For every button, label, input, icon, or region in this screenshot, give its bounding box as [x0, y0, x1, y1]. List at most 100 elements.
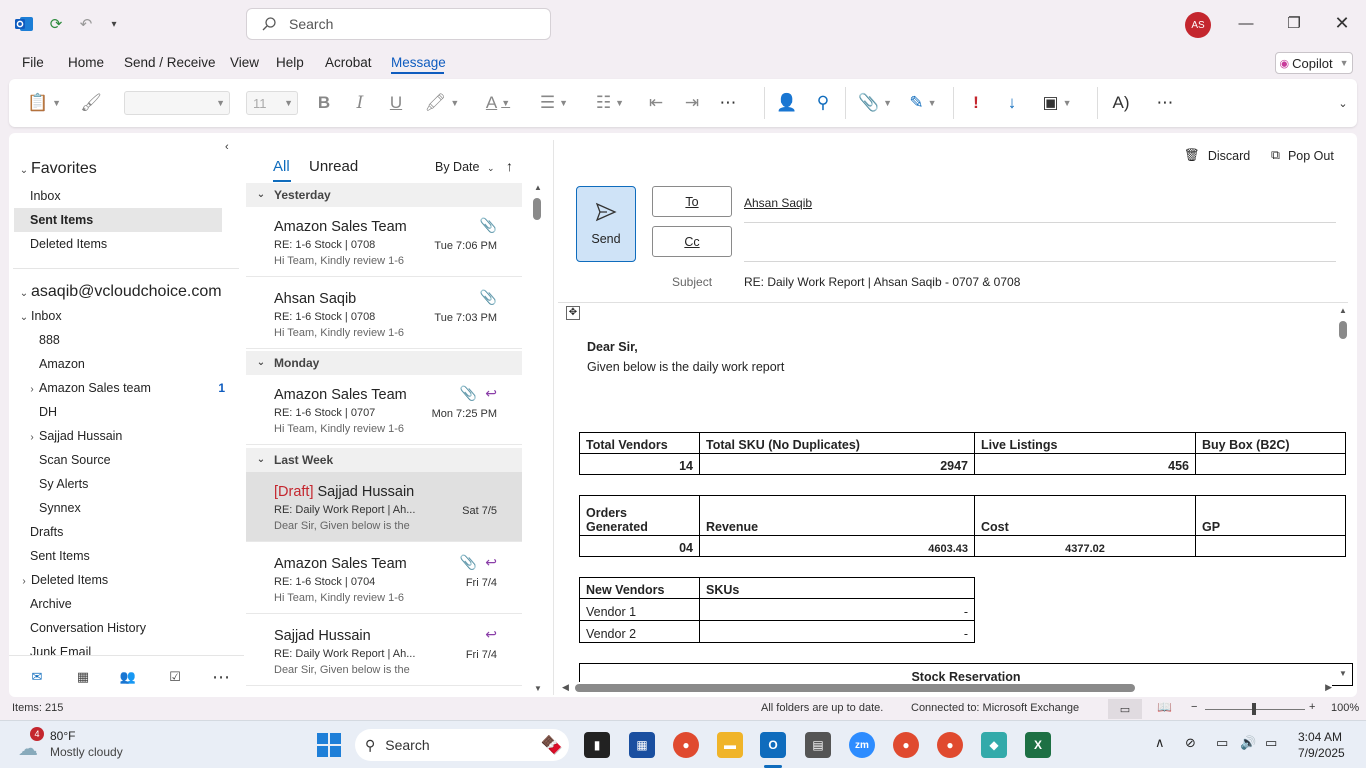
favorite-inbox[interactable]: Inbox [30, 184, 61, 208]
address-book-icon[interactable]: 👤 [775, 91, 799, 115]
menu-home[interactable]: Home [68, 55, 104, 70]
tab-all[interactable]: All [273, 158, 290, 175]
scroll-up-icon[interactable]: ▲ [1339, 306, 1347, 315]
paste-icon[interactable]: 📋 ▼ [24, 91, 64, 115]
numbering-icon[interactable]: ☷ ▼ [588, 91, 632, 115]
body-intro[interactable]: Given below is the daily work report [587, 360, 784, 374]
folder-junk-email[interactable]: Junk Email [30, 640, 91, 655]
folder-sent-items[interactable]: Sent Items [30, 544, 90, 568]
expand-ribbon-icon[interactable]: ⌄ [1334, 91, 1352, 115]
body-greeting[interactable]: Dear Sir, [587, 340, 638, 354]
menu-view[interactable]: View [230, 55, 259, 70]
read-aloud-icon[interactable]: A) [1109, 91, 1133, 115]
table-move-handle-icon[interactable]: ✥ [566, 306, 580, 320]
reading-view-icon[interactable]: 📖 [1157, 700, 1172, 714]
folder-inbox[interactable]: ⌄ Inbox [17, 304, 62, 328]
low-importance-icon[interactable]: ↓ [1000, 91, 1024, 115]
new-vendors-table[interactable]: New Vendors SKUs Vendor 1 - Vendor 2 - [579, 577, 975, 643]
list-item[interactable]: Amazon Sales Team 📎 RE: 1-6 Stock | 0708… [246, 207, 522, 277]
maximize-icon[interactable]: ❐ [1283, 12, 1305, 34]
folder-888[interactable]: 888 [39, 328, 60, 352]
attach-file-icon[interactable]: 📎 ▼ [857, 91, 893, 115]
folder-synnex[interactable]: Synnex [39, 496, 81, 520]
increase-indent-icon[interactable]: ⇥ [680, 91, 704, 115]
folder-sy-alerts[interactable]: Sy Alerts [39, 472, 88, 496]
list-item[interactable]: [Draft] Sajjad Hussain RE: Daily Work Re… [246, 472, 522, 542]
mail-icon[interactable]: ✉ [26, 666, 48, 688]
copilot-button[interactable]: ◉ Copilot ▼ [1275, 52, 1353, 74]
list-item[interactable]: Sajjad Hussain ↩ RE: Daily Work Report |… [246, 616, 522, 686]
collapse-pane-icon[interactable]: ‹ [225, 141, 229, 153]
body-vertical-scrollbar[interactable]: ▲ ▼ [1338, 306, 1348, 678]
start-button[interactable] [317, 733, 341, 757]
favorites-header[interactable]: ⌄ Favorites [17, 157, 97, 181]
list-item[interactable]: Ahsan Saqib 📎 RE: 1-6 Stock | 0708 Tue 7… [246, 279, 522, 349]
cc-input[interactable] [744, 228, 1336, 258]
clock-time[interactable]: 3:04 AM [1298, 730, 1342, 744]
avatar[interactable]: AS [1185, 12, 1211, 38]
menu-acrobat[interactable]: Acrobat [325, 55, 372, 70]
subject-input[interactable]: RE: Daily Work Report | Ahsan Saqib - 07… [744, 275, 1020, 289]
to-button[interactable]: To [652, 186, 732, 217]
account-header[interactable]: ⌄ asaqib@vcloudchoice.com [17, 280, 222, 304]
show-hidden-icons-icon[interactable]: ∧ [1155, 735, 1165, 751]
undo-icon[interactable]: ↶ [74, 12, 98, 36]
zoom-out-icon[interactable]: − [1191, 701, 1197, 713]
chrome-app-icon[interactable]: ● [673, 732, 699, 758]
folder-scan-source[interactable]: Scan Source [39, 448, 111, 472]
taskbar-search[interactable]: ⚲ Search 🍫 [355, 729, 569, 761]
italic-icon[interactable]: I [348, 91, 372, 115]
close-icon[interactable]: ✕ [1331, 12, 1353, 34]
font-size-select[interactable]: 11 ▼ [246, 91, 298, 115]
group-header-monday[interactable]: ⌄ Monday [246, 351, 522, 375]
sort-direction-icon[interactable]: ↑ [506, 158, 513, 174]
underline-icon[interactable]: U [384, 91, 408, 115]
body-horizontal-scrollbar[interactable]: ◀ ▶ [562, 682, 1332, 694]
sync-icon[interactable]: ⟳ [44, 12, 68, 36]
list-item[interactable]: Amazon Sales Team 📎 ↩ RE: 1-6 Stock | 070… [246, 544, 522, 614]
font-family-select[interactable]: ▼ [124, 91, 230, 115]
app-icon[interactable]: ◆ [981, 732, 1007, 758]
outlook-app-icon[interactable]: O [760, 732, 786, 758]
calendar-icon[interactable]: ▦ [72, 666, 94, 688]
display-icon[interactable]: ▭ [1216, 735, 1228, 751]
bullets-icon[interactable]: ☰ ▼ [532, 91, 576, 115]
format-painter-icon[interactable]: 🖌 [79, 91, 103, 115]
list-item[interactable]: Amazon Sales Team 📎 ↩ RE: 1-6 Stock | 070… [246, 375, 522, 445]
folder-sajjad-hussain[interactable]: › Sajjad Hussain [25, 424, 122, 448]
favorite-sent-items[interactable]: Sent Items [14, 208, 222, 232]
search-input[interactable]: Search [246, 8, 551, 40]
zoom-app-icon[interactable]: zm [849, 732, 875, 758]
weather-widget[interactable]: ☁ 4 [16, 727, 46, 760]
font-color-icon[interactable]: A ▼ [476, 91, 520, 115]
more-formatting-icon[interactable]: ⋯ [716, 91, 740, 115]
more-apps-icon[interactable]: ⋯ [210, 666, 232, 688]
discard-button[interactable]: 🗑 Discard [1184, 148, 1250, 163]
favorite-deleted-items[interactable]: Deleted Items [30, 232, 107, 256]
folder-conversation-history[interactable]: Conversation History [30, 616, 146, 640]
decrease-indent-icon[interactable]: ⇤ [644, 91, 668, 115]
folder-amazon-sales-team[interactable]: › Amazon Sales team 1 [25, 376, 235, 400]
scroll-left-icon[interactable]: ◀ [562, 682, 569, 693]
scrollbar-thumb[interactable] [1339, 321, 1347, 339]
scrollbar-thumb[interactable] [533, 198, 541, 220]
scroll-right-icon[interactable]: ▶ [1325, 682, 1332, 693]
scroll-down-icon[interactable]: ▼ [534, 684, 542, 693]
to-recipient[interactable]: Ahsan Saqib [744, 196, 812, 210]
group-header-last-week[interactable]: ⌄ Last Week [246, 448, 522, 472]
folder-dh[interactable]: DH [39, 400, 57, 424]
menu-help[interactable]: Help [276, 55, 304, 70]
summary-table[interactable]: Total Vendors Total SKU (No Duplicates) … [579, 432, 1346, 475]
check-names-icon[interactable]: ⚲ [811, 91, 835, 115]
menu-file[interactable]: File [22, 55, 44, 70]
zoom-level[interactable]: 100% [1331, 702, 1359, 714]
bold-icon[interactable]: B [312, 91, 336, 115]
pop-out-button[interactable]: ⧉ Pop Out [1271, 148, 1334, 163]
sort-by-date-button[interactable]: By Date ⌄ [435, 160, 495, 174]
send-button[interactable]: Send [576, 186, 636, 262]
battery-icon[interactable]: ▭ [1265, 735, 1277, 751]
chrome-profile-icon[interactable]: ● [893, 732, 919, 758]
orders-table[interactable]: Orders Generated Revenue Cost GP 04 4603… [579, 495, 1346, 557]
tags-icon[interactable]: ▣ ▼ [1039, 91, 1075, 115]
scroll-down-icon[interactable]: ▼ [1339, 669, 1347, 678]
